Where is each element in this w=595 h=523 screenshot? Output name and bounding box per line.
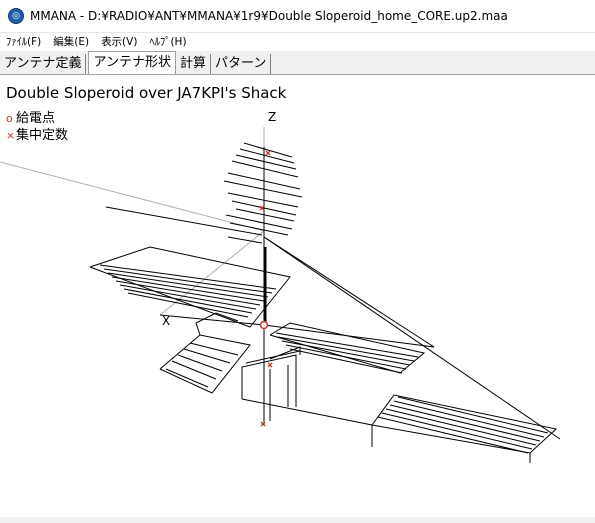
menu-file[interactable]: ﾌｧｲﾙ(F) bbox=[6, 34, 41, 49]
frame-line bbox=[241, 398, 373, 426]
load-icon: × bbox=[6, 129, 16, 142]
tab-pattern[interactable]: パターン bbox=[211, 54, 272, 74]
yagi-elements bbox=[105, 142, 303, 244]
antenna-view[interactable]: Z X bbox=[0, 107, 595, 517]
sloper-wires bbox=[159, 236, 561, 440]
y-axis-line bbox=[0, 161, 265, 232]
roof-left bbox=[89, 246, 291, 328]
tab-antenna-definition[interactable]: アンテナ定義 bbox=[0, 54, 87, 74]
roof-right bbox=[371, 394, 558, 463]
yagi-element bbox=[227, 236, 263, 244]
roof-line bbox=[393, 400, 545, 438]
feed-point-icon: o bbox=[6, 112, 13, 125]
roof-lower-left bbox=[159, 312, 251, 394]
legend: o 給電点 × 集中定数 bbox=[6, 110, 68, 144]
yagi-element bbox=[229, 222, 289, 236]
roof-line bbox=[177, 354, 223, 372]
menu-edit[interactable]: 編集(E) bbox=[53, 34, 89, 49]
antenna-name: Double Sloperoid over JA7KPI's Shack bbox=[6, 84, 287, 102]
roof-line bbox=[171, 360, 217, 380]
axis-lines bbox=[0, 127, 265, 425]
tab-antenna-shape[interactable]: アンテナ形状 bbox=[88, 51, 176, 74]
menu-view[interactable]: 表示(V) bbox=[101, 34, 137, 49]
sloper-wire bbox=[263, 236, 435, 348]
yagi-element bbox=[243, 142, 293, 158]
axis-z-label: Z bbox=[268, 110, 276, 124]
yagi-element bbox=[227, 192, 299, 208]
roof-line bbox=[165, 368, 209, 388]
antenna-drawing: Z X bbox=[0, 110, 561, 463]
window-title: MMANA - D:¥RADIO¥ANT¥MMANA¥1r9¥Double Sl… bbox=[30, 9, 508, 23]
yagi-boom bbox=[105, 206, 263, 236]
legend-feed: o 給電点 bbox=[6, 110, 68, 127]
app-icon[interactable]: ◎ bbox=[8, 8, 24, 24]
sloper-wire bbox=[159, 314, 265, 326]
load-marker bbox=[267, 362, 273, 368]
roof-outline bbox=[159, 334, 251, 394]
status-bar bbox=[0, 517, 595, 523]
roof-outline bbox=[371, 394, 558, 454]
tab-bar: アンテナ定義 アンテナ形状 計算 パターン bbox=[0, 51, 595, 75]
roof-ridge bbox=[195, 312, 239, 336]
axis-x-label: X bbox=[162, 314, 170, 328]
menu-bar: ﾌｧｲﾙ(F) 編集(E) 表示(V) ﾍﾙﾌﾟ(H) bbox=[0, 33, 595, 50]
legend-feed-label: 給電点 bbox=[16, 111, 56, 126]
legend-load-label: 集中定数 bbox=[16, 128, 69, 143]
roof-line bbox=[385, 408, 537, 446]
title-bar: ◎ MMANA - D:¥RADIO¥ANT¥MMANA¥1r9¥Double … bbox=[0, 0, 595, 33]
frame-line bbox=[245, 350, 301, 364]
tab-calculation[interactable]: 計算 bbox=[176, 54, 211, 74]
yagi-element bbox=[235, 154, 297, 170]
load-marker bbox=[265, 150, 271, 156]
yagi-element bbox=[225, 214, 293, 230]
menu-help[interactable]: ﾍﾙﾌﾟ(H) bbox=[149, 34, 186, 49]
feed-point-marker bbox=[259, 320, 269, 330]
legend-load: × 集中定数 bbox=[6, 127, 68, 144]
yagi-element bbox=[231, 160, 299, 178]
